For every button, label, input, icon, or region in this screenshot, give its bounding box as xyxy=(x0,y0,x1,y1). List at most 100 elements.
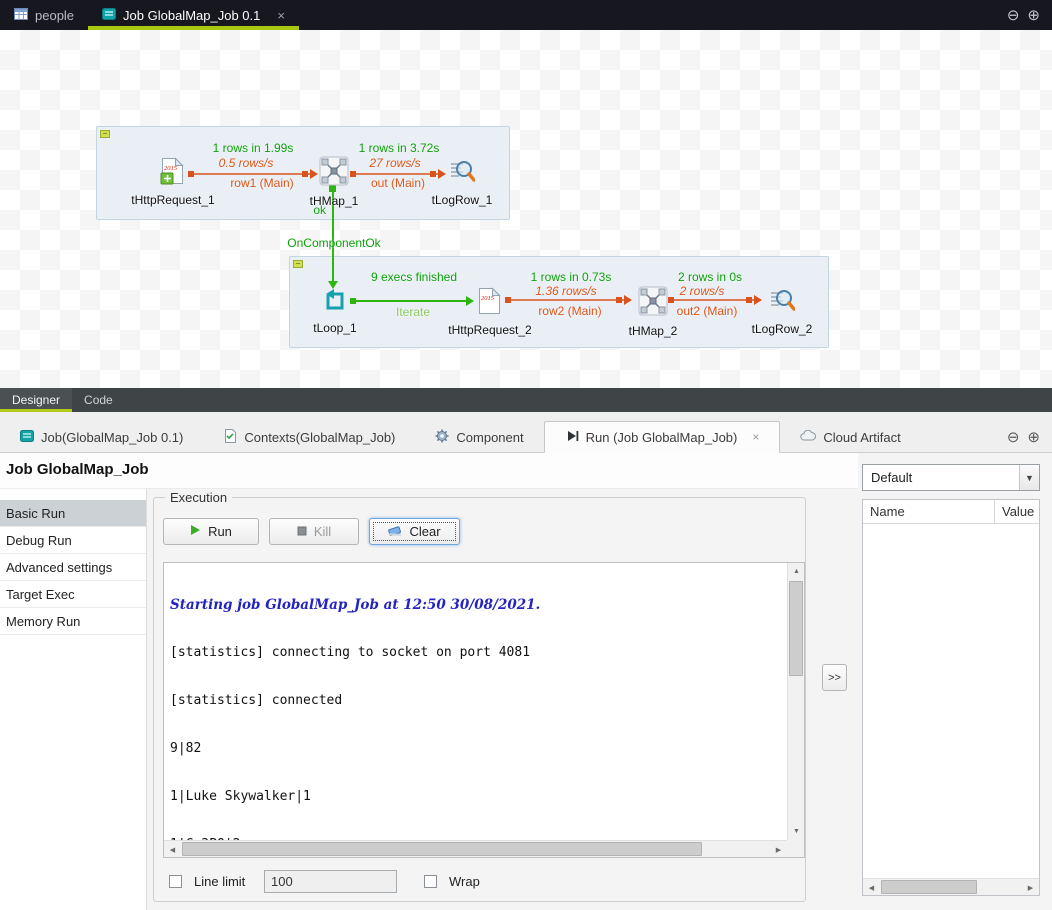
collapse-subjob2-icon[interactable]: − xyxy=(293,260,303,268)
job-design-canvas[interactable]: − − 2015 tHttpRequest_1 xyxy=(0,30,1052,388)
run-view-sidebar: Basic Run Debug Run Advanced settings Ta… xyxy=(0,489,147,910)
scroll-right-icon[interactable]: ▶ xyxy=(1022,879,1039,896)
tab-designer[interactable]: Designer xyxy=(0,388,72,412)
context-select-value: Default xyxy=(863,470,1019,485)
tab-cloud-artifact-label: Cloud Artifact xyxy=(823,430,900,445)
line-limit-checkbox[interactable] xyxy=(169,875,182,888)
trigger-ok-label: ok xyxy=(256,203,326,217)
line-limit-label: Line limit xyxy=(194,874,245,889)
scroll-up-icon[interactable]: ▲ xyxy=(788,563,805,580)
contexts-icon xyxy=(223,429,237,446)
maximize-icon[interactable]: ⊕ xyxy=(1027,6,1040,24)
kill-button-label: Kill xyxy=(314,524,331,539)
column-header-value[interactable]: Value xyxy=(995,500,1039,523)
play-icon xyxy=(190,524,201,539)
console-line: [statistics] connected xyxy=(170,693,781,709)
link-row2-label[interactable]: row2 (Main) xyxy=(500,304,640,318)
link-row1-stats: 1 rows in 1.99s xyxy=(183,141,323,155)
editor-window-controls: ⊖ ⊕ xyxy=(1007,0,1052,30)
stop-icon xyxy=(297,524,307,539)
tab-cloud-artifact[interactable]: Cloud Artifact xyxy=(780,422,920,452)
sidebar-item-target-exec[interactable]: Target Exec xyxy=(0,581,146,608)
tab-run[interactable]: Run (Job GlobalMap_Job) × xyxy=(544,421,781,453)
designer-code-bar: Designer Code xyxy=(0,388,1052,412)
link-row2-rate: 1.36 rows/s xyxy=(496,284,636,298)
page-title: Job GlobalMap_Job xyxy=(6,461,149,478)
sidebar-item-advanced-settings[interactable]: Advanced settings xyxy=(0,554,146,581)
close-tab-icon[interactable]: × xyxy=(752,430,759,444)
minimize-icon[interactable]: ⊖ xyxy=(1007,428,1020,446)
tab-people-label: people xyxy=(35,8,74,23)
tab-component[interactable]: Component xyxy=(415,422,543,452)
job-icon xyxy=(102,7,116,24)
kill-button[interactable]: Kill xyxy=(269,518,359,545)
execution-console[interactable]: Starting job GlobalMap_Job at 12:50 30/0… xyxy=(163,562,805,858)
component-label: tHttpRequest_1 xyxy=(131,193,214,207)
context-variables-table: Name Value ◀ ▶ xyxy=(862,499,1040,896)
scroll-left-icon[interactable]: ◀ xyxy=(863,879,880,896)
horizontal-scroll-thumb[interactable] xyxy=(881,880,977,894)
vertical-scroll-thumb[interactable] xyxy=(789,581,803,676)
execution-legend: Execution xyxy=(165,490,232,505)
job-icon xyxy=(20,429,34,446)
console-line: 9|82 xyxy=(170,741,781,757)
sidebar-item-memory-run[interactable]: Memory Run xyxy=(0,608,146,635)
tab-job-globalmap[interactable]: Job GlobalMap_Job 0.1 × xyxy=(88,0,299,30)
wrap-checkbox[interactable] xyxy=(424,875,437,888)
tab-people[interactable]: people xyxy=(0,0,88,30)
scroll-down-icon[interactable]: ▼ xyxy=(788,823,805,840)
tab-contexts-label: Contexts(GlobalMap_Job) xyxy=(244,430,395,445)
console-line: Starting job GlobalMap_Job at 12:50 30/0… xyxy=(170,597,781,613)
table-horizontal-scrollbar[interactable]: ◀ ▶ xyxy=(863,878,1039,895)
tab-job-view-label: Job(GlobalMap_Job 0.1) xyxy=(41,430,183,445)
eraser-icon xyxy=(388,524,402,540)
iterate-stats: 9 execs finished xyxy=(344,270,484,284)
clear-button-label: Clear xyxy=(409,524,440,539)
maximize-icon[interactable]: ⊕ xyxy=(1027,428,1040,446)
console-horizontal-scrollbar[interactable]: ◀ ▶ xyxy=(164,840,787,857)
run-button[interactable]: Run xyxy=(163,518,259,545)
scrollbar-corner xyxy=(787,840,804,857)
scroll-right-icon[interactable]: ▶ xyxy=(770,841,787,858)
sidebar-item-basic-run[interactable]: Basic Run xyxy=(0,500,146,527)
component-label: tHMap_2 xyxy=(629,324,678,338)
component-label: tLogRow_2 xyxy=(752,322,813,336)
clear-button[interactable]: Clear xyxy=(369,518,460,545)
link-out-stats: 1 rows in 3.72s xyxy=(329,141,469,155)
tab-code[interactable]: Code xyxy=(72,388,125,412)
sidebar-item-debug-run[interactable]: Debug Run xyxy=(0,527,146,554)
tab-job-label: Job GlobalMap_Job 0.1 xyxy=(123,8,260,23)
tab-component-label: Component xyxy=(456,430,523,445)
tab-designer-label: Designer xyxy=(12,393,60,407)
trigger-oncomponentok-label[interactable]: OnComponentOk xyxy=(264,236,404,250)
scroll-left-icon[interactable]: ◀ xyxy=(164,841,181,858)
link-out2-label[interactable]: out2 (Main) xyxy=(637,304,777,318)
column-header-name[interactable]: Name xyxy=(863,500,995,523)
component-label: tLoop_1 xyxy=(313,321,356,335)
line-limit-input[interactable] xyxy=(264,870,397,893)
component-label: tLogRow_1 xyxy=(432,193,493,207)
tab-code-label: Code xyxy=(84,393,113,407)
editor-tab-bar: people Job GlobalMap_Job 0.1 × ⊖ ⊕ xyxy=(0,0,1052,30)
console-line: 1|Luke Skywalker|1 xyxy=(170,789,781,805)
link-out-rate: 27 rows/s xyxy=(325,156,465,170)
expand-context-panel-button[interactable]: >> xyxy=(822,664,847,691)
iterate-label[interactable]: Iterate xyxy=(343,305,483,319)
chevron-down-icon[interactable]: ▼ xyxy=(1019,465,1039,490)
tab-job-view[interactable]: Job(GlobalMap_Job 0.1) xyxy=(0,422,203,452)
view-tab-bar: Job(GlobalMap_Job 0.1) Contexts(GlobalMa… xyxy=(0,412,1052,453)
console-output: Starting job GlobalMap_Job at 12:50 30/0… xyxy=(164,563,787,840)
link-row2-stats: 1 rows in 0.73s xyxy=(501,270,641,284)
horizontal-scroll-thumb[interactable] xyxy=(182,842,702,856)
link-row1-label[interactable]: row1 (Main) xyxy=(192,176,332,190)
close-tab-icon[interactable]: × xyxy=(277,8,285,23)
tab-contexts[interactable]: Contexts(GlobalMap_Job) xyxy=(203,422,415,452)
collapse-subjob1-icon[interactable]: − xyxy=(100,130,110,138)
link-out-label[interactable]: out (Main) xyxy=(328,176,468,190)
run-icon xyxy=(565,429,579,446)
link-row1-rate: 0.5 rows/s xyxy=(176,156,316,170)
minimize-icon[interactable]: ⊖ xyxy=(1007,6,1020,24)
context-select[interactable]: Default ▼ xyxy=(862,464,1040,491)
console-vertical-scrollbar[interactable]: ▲ ▼ xyxy=(787,563,804,840)
cloud-icon xyxy=(800,430,816,445)
